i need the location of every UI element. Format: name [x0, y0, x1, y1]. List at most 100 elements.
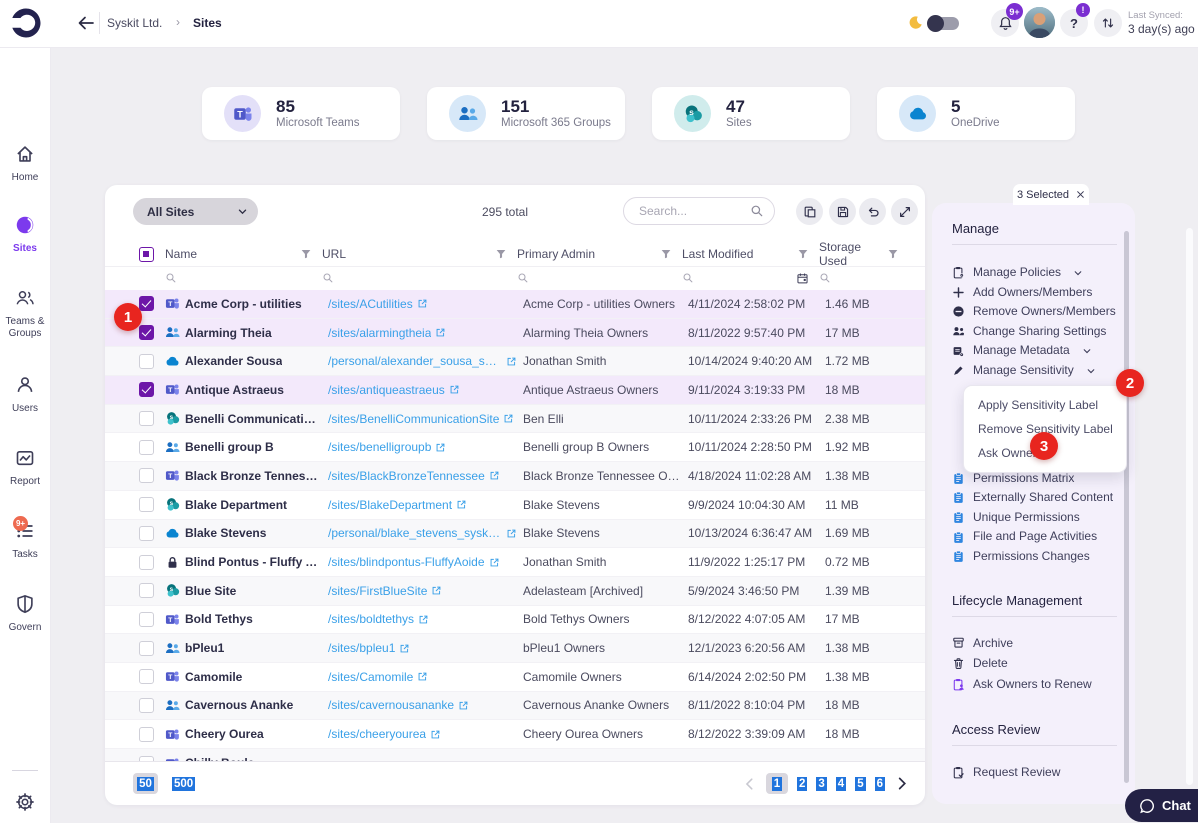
menu-item-apply-sensitivity-label[interactable]: Apply Sensitivity Label — [964, 393, 1126, 417]
back-arrow-icon[interactable] — [76, 13, 96, 33]
external-link-icon[interactable] — [399, 643, 410, 654]
table-row[interactable]: Cavernous Ananke/sites/cavernousananke Ca… — [105, 691, 925, 721]
site-url-link[interactable]: /sites/benelligroupb — [328, 440, 431, 454]
action-request-review[interactable]: Request Review — [952, 762, 1117, 783]
row-checkbox[interactable] — [139, 697, 154, 713]
table-row[interactable]: Benelli group B/sites/benelligroupb Benel… — [105, 433, 925, 463]
row-checkbox[interactable] — [139, 640, 154, 656]
external-link-icon[interactable] — [418, 614, 429, 625]
external-link-icon[interactable] — [430, 729, 441, 740]
chevron-down-icon[interactable] — [1082, 346, 1092, 356]
column-search-icon[interactable] — [322, 272, 334, 284]
column-search-icon[interactable] — [517, 272, 529, 284]
undo-button[interactable] — [859, 198, 886, 225]
external-link-icon[interactable] — [503, 413, 514, 424]
row-checkbox[interactable] — [139, 411, 154, 427]
filter-funnel-icon[interactable] — [495, 248, 507, 260]
dark-mode-toggle[interactable] — [927, 15, 959, 32]
page-number-3[interactable]: 3 — [816, 776, 827, 791]
sites-filter-dropdown[interactable]: All Sites — [133, 198, 258, 225]
sidebar-item-teams-groups[interactable]: Teams & Groups — [0, 288, 50, 339]
page-size-500[interactable]: 500 — [172, 776, 196, 791]
chevron-down-icon[interactable] — [1073, 268, 1083, 278]
page-number-1[interactable]: 1 — [771, 776, 783, 791]
save-button[interactable] — [829, 198, 856, 225]
external-link-icon[interactable] — [449, 384, 460, 395]
row-checkbox[interactable] — [139, 497, 154, 513]
page-number-4[interactable]: 4 — [835, 776, 847, 791]
table-search[interactable] — [623, 197, 775, 225]
action-manage-policies[interactable]: Manage Policies — [952, 263, 1117, 283]
action-ask-owners-to-renew[interactable]: Ask Owners to Renew — [952, 674, 1117, 695]
panel-scrollbar[interactable] — [1124, 231, 1129, 783]
external-link-icon[interactable] — [506, 528, 517, 539]
table-row[interactable]: T Camomile/sites/Camomile Camomile Owners 6… — [105, 662, 925, 692]
external-link-icon[interactable] — [489, 470, 500, 481]
site-url-link[interactable]: /personal/alexander_sousa_syskitq... — [328, 354, 502, 368]
page-number-6[interactable]: 6 — [874, 776, 885, 791]
action-externally-shared-content[interactable]: Externally Shared Content — [952, 488, 1117, 508]
action-file-and-page-activities[interactable]: File and Page Activities — [952, 527, 1117, 547]
column-search-icon[interactable] — [165, 272, 177, 284]
external-link-icon[interactable] — [456, 499, 467, 510]
site-url-link[interactable]: /sites/alarmingtheia — [328, 326, 431, 340]
row-checkbox[interactable] — [139, 669, 154, 685]
action-archive[interactable]: Archive — [952, 633, 1117, 654]
site-url-link[interactable]: /sites/FirstBlueSite — [328, 584, 427, 598]
sync-button[interactable] — [1094, 9, 1122, 37]
current-page-box[interactable]: 1 — [765, 773, 788, 794]
sidebar-item-users[interactable]: Users — [0, 375, 50, 415]
external-link-icon[interactable] — [489, 557, 500, 568]
row-checkbox[interactable] — [139, 554, 154, 570]
chat-button[interactable]: Chat — [1125, 789, 1198, 822]
page-size-selected-box[interactable]: 50 — [133, 773, 158, 794]
column-header-last-modified[interactable]: Last Modified — [682, 247, 753, 261]
site-url-link[interactable]: /sites/blindpontus-FluffyAoide — [328, 555, 485, 569]
filter-funnel-icon[interactable] — [797, 248, 809, 260]
table-row[interactable]: T Cheery Ourea/sites/cheeryourea Cheery Ou… — [105, 720, 925, 749]
table-row[interactable]: s Benelli Communication Site/sites/Benell… — [105, 404, 925, 434]
site-url-link[interactable]: /sites/boldtethys — [328, 612, 414, 626]
next-page-icon[interactable] — [894, 776, 909, 791]
row-checkbox[interactable] — [139, 525, 154, 541]
row-checkbox[interactable] — [139, 726, 154, 742]
breadcrumb-org[interactable]: Syskit Ltd. — [107, 16, 162, 30]
page-number-2[interactable]: 2 — [796, 776, 808, 791]
table-row[interactable]: TChilly Boule — [105, 749, 925, 761]
external-link-icon[interactable] — [435, 442, 446, 453]
action-delete[interactable]: Delete — [952, 653, 1117, 674]
search-input[interactable] — [637, 203, 750, 219]
chevron-down-icon[interactable] — [1086, 366, 1096, 376]
external-link-icon[interactable] — [431, 585, 442, 596]
table-row[interactable]: bPleu1/sites/bpleu1 bPleu1 Owners 12/1/202… — [105, 634, 925, 663]
expand-button[interactable] — [891, 198, 918, 225]
table-row[interactable]: T Bold Tethys/sites/boldtethys Bold Tethys… — [105, 605, 925, 635]
row-checkbox[interactable] — [139, 296, 154, 312]
row-checkbox[interactable] — [139, 468, 154, 484]
sidebar-item-report[interactable]: Report — [0, 448, 50, 488]
site-url-link[interactable]: /sites/BlackBronzeTennessee — [328, 469, 485, 483]
site-url-link[interactable]: /sites/ACutilities — [328, 297, 413, 311]
site-url-link[interactable]: /sites/cheeryourea — [328, 727, 426, 741]
row-checkbox[interactable] — [139, 353, 154, 369]
table-row[interactable]: T Acme Corp - utilities/sites/ACutilities… — [105, 290, 925, 319]
selected-count-tab[interactable]: 3 Selected — [1013, 184, 1089, 205]
action-unique-permissions[interactable]: Unique Permissions — [952, 508, 1117, 528]
filter-funnel-icon[interactable] — [887, 248, 899, 260]
user-avatar[interactable] — [1024, 7, 1055, 38]
table-row[interactable]: s Blake Department/sites/BlakeDepartment B… — [105, 490, 925, 520]
row-checkbox[interactable] — [139, 325, 154, 341]
table-row[interactable]: T Black Bronze Tennessee/sites/BlackBronz… — [105, 462, 925, 491]
external-link-icon[interactable] — [506, 356, 517, 367]
filter-funnel-icon[interactable] — [660, 248, 672, 260]
settings-gear-icon[interactable] — [15, 792, 35, 812]
sidebar-item-sites[interactable]: Sites — [0, 215, 50, 255]
table-row[interactable]: Blind Pontus - Fluffy Aoide/sites/blindp… — [105, 548, 925, 577]
filter-funnel-icon[interactable] — [300, 248, 312, 260]
external-link-icon[interactable] — [417, 671, 428, 682]
external-link-icon[interactable] — [458, 700, 469, 711]
site-url-link[interactable]: /sites/Camomile — [328, 670, 413, 684]
table-row[interactable]: Alexander Sousa/personal/alexander_sousa… — [105, 347, 925, 377]
action-manage-metadata[interactable]: Manage Metadata — [952, 341, 1117, 361]
table-row[interactable]: Blake Stevens/personal/blake_stevens_sys… — [105, 519, 925, 549]
